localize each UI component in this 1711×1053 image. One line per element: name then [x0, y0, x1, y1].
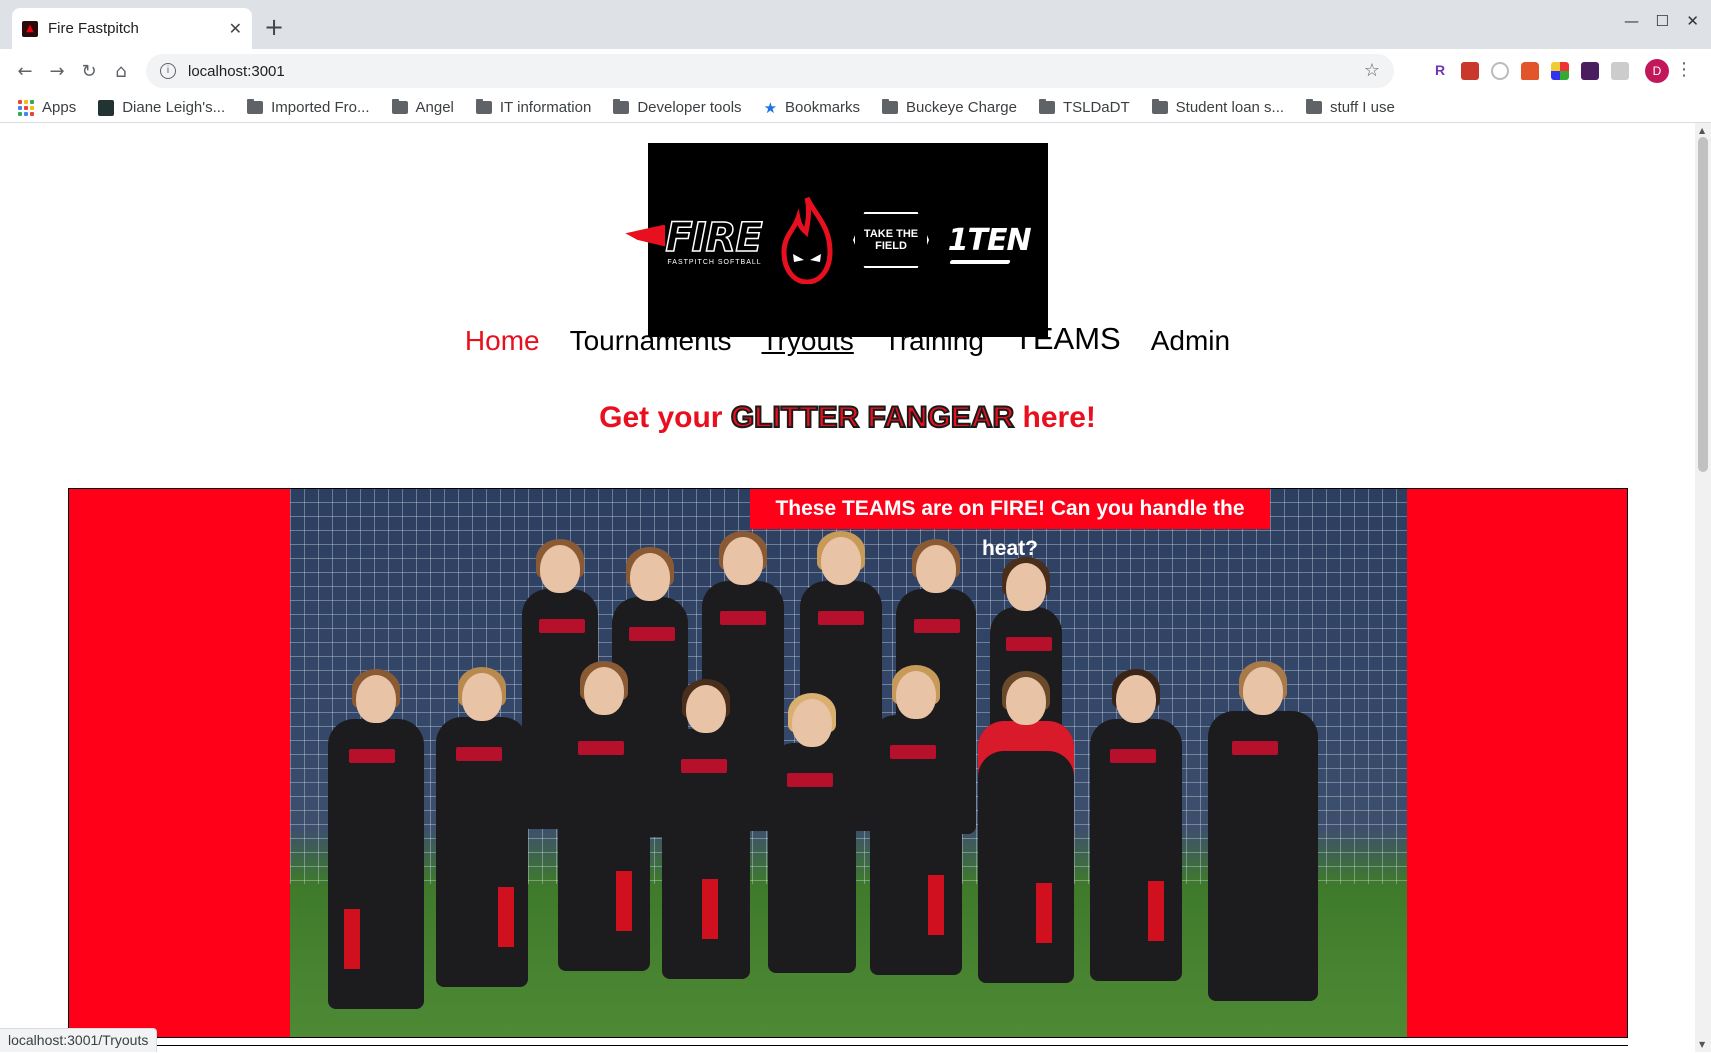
- apps-grid-icon: [18, 99, 34, 116]
- hero-caption: These TEAMS are on FIRE! Can you handle …: [750, 489, 1270, 560]
- folder-icon: [475, 99, 492, 114]
- fangear-promo[interactable]: Get your GLITTER FANGEAR here!: [0, 400, 1695, 435]
- bookmark-label: Student loan s...: [1175, 99, 1285, 116]
- bookmark-label: Buckeye Charge: [906, 99, 1017, 116]
- page-scrollbar[interactable]: ▲ ▼: [1695, 123, 1711, 1052]
- 1ten-logo: 1TEN: [947, 222, 1032, 258]
- folder-icon: [1306, 99, 1323, 114]
- close-tab-icon[interactable]: ✕: [229, 19, 242, 38]
- profile-avatar[interactable]: D: [1645, 59, 1669, 83]
- player-figure: [768, 693, 856, 973]
- fire-logo-word: FIRE: [665, 214, 764, 262]
- nav-training[interactable]: Training: [884, 325, 984, 361]
- tab-title: Fire Fastpitch: [48, 20, 139, 37]
- bookmark-folder-tsldadt[interactable]: TSLDaDT: [1038, 99, 1130, 116]
- player-figure: [662, 679, 750, 979]
- glitter-fangear-link[interactable]: GLITTER FANGEAR: [730, 400, 1015, 435]
- bookmark-folder-angel[interactable]: Angel: [391, 99, 454, 116]
- bookmark-label: Imported Fro...: [271, 99, 370, 116]
- folder-icon: [1038, 99, 1055, 114]
- bookmark-label: TSLDaDT: [1062, 99, 1130, 116]
- folder-icon: [1151, 99, 1168, 114]
- link-status-bubble: localhost:3001/Tryouts: [0, 1028, 158, 1052]
- bookmark-label: IT information: [499, 99, 592, 116]
- extension-red-icon[interactable]: [1461, 62, 1479, 80]
- page-viewport: FIRE FASTPITCH SOFTBALL TAKE THE FIELD 1…: [0, 123, 1711, 1052]
- player-figure: [328, 669, 424, 1009]
- nav-home[interactable]: Home: [465, 325, 540, 361]
- menu-kebab-icon[interactable]: ⋮: [1675, 59, 1693, 80]
- bookmarks-bar: Apps Diane Leigh's... Imported Fro... An…: [0, 93, 1711, 123]
- player-figure: [436, 667, 528, 987]
- extension-purple-icon[interactable]: [1581, 62, 1599, 80]
- bookmark-folder-devtools[interactable]: Developer tools: [613, 99, 742, 116]
- bookmark-apps[interactable]: Apps: [18, 99, 76, 116]
- bookmark-folder-buckeye[interactable]: Buckeye Charge: [882, 99, 1017, 116]
- extension-r-icon[interactable]: R: [1431, 62, 1449, 80]
- browser-tab[interactable]: ▲ Fire Fastpitch ✕: [12, 8, 252, 49]
- back-icon[interactable]: ←: [10, 61, 40, 82]
- fire-fastpitch-logo: FIRE FASTPITCH SOFTBALL: [665, 214, 764, 266]
- forward-icon[interactable]: →: [42, 61, 72, 82]
- nav-teams[interactable]: TEAMS: [1014, 321, 1121, 357]
- bookmark-label: stuff I use: [1330, 99, 1395, 116]
- bookmark-diane[interactable]: Diane Leigh's...: [98, 99, 225, 116]
- extension-grid-icon[interactable]: [1551, 62, 1569, 80]
- minimize-icon[interactable]: —: [1624, 12, 1639, 30]
- bookmark-star-icon[interactable]: ☆: [1364, 60, 1380, 81]
- hero-section: These TEAMS are on FIRE! Can you handle …: [68, 488, 1628, 1038]
- site-info-icon[interactable]: i: [160, 63, 176, 79]
- bookmark-label: Bookmarks: [785, 99, 861, 116]
- bookmark-folder-imported[interactable]: Imported Fro...: [247, 99, 370, 116]
- site-favicon-icon: ▲: [22, 20, 38, 37]
- star-icon: ★: [763, 99, 778, 117]
- folder-icon: [391, 99, 408, 114]
- tab-strip: ▲ Fire Fastpitch ✕ + — ☐ ✕: [0, 0, 1711, 49]
- extension-circle-icon[interactable]: [1491, 62, 1509, 80]
- address-bar[interactable]: i localhost:3001 ☆: [146, 54, 1394, 88]
- site-logo-banner[interactable]: FIRE FASTPITCH SOFTBALL TAKE THE FIELD 1…: [648, 143, 1048, 337]
- flame-mascot-icon: [781, 196, 833, 284]
- scroll-down-icon[interactable]: ▼: [1699, 1040, 1705, 1049]
- scroll-up-icon[interactable]: ▲: [1699, 126, 1705, 135]
- folder-icon: [247, 99, 264, 114]
- folder-icon: [613, 99, 630, 114]
- player-figure: [1208, 661, 1318, 1001]
- main-nav: Home Tournaments Tryouts Training TEAMS …: [0, 321, 1695, 361]
- address-url[interactable]: localhost:3001: [188, 63, 285, 80]
- bookmark-folder-it[interactable]: IT information: [475, 99, 592, 116]
- new-tab-icon[interactable]: +: [264, 13, 284, 41]
- bookmark-folder-studentloan[interactable]: Student loan s...: [1151, 99, 1285, 116]
- scrollbar-thumb[interactable]: [1698, 137, 1708, 472]
- browser-toolbar: ← → ↻ ⌂ i localhost:3001 ☆ R D ⋮: [0, 49, 1711, 93]
- player-figure: [1090, 669, 1182, 981]
- bookmark-bookmarks[interactable]: ★ Bookmarks: [764, 99, 860, 117]
- folder-icon: [882, 99, 899, 114]
- nav-tournaments[interactable]: Tournaments: [570, 325, 732, 361]
- nav-tryouts[interactable]: Tryouts: [761, 325, 853, 361]
- bookmark-folder-stuff[interactable]: stuff I use: [1306, 99, 1395, 116]
- home-icon[interactable]: ⌂: [106, 61, 136, 82]
- player-figure: [978, 671, 1074, 983]
- next-section-edge: [68, 1045, 1628, 1052]
- team-photo: These TEAMS are on FIRE! Can you handle …: [290, 489, 1407, 1037]
- promo-suffix: here!: [1014, 401, 1096, 434]
- extension-gray-icon[interactable]: [1611, 62, 1629, 80]
- reload-icon[interactable]: ↻: [74, 61, 104, 82]
- bookmark-label: Apps: [42, 99, 77, 116]
- player-figure: [558, 661, 650, 971]
- extension-lock-icon[interactable]: [1521, 62, 1539, 80]
- maximize-icon[interactable]: ☐: [1656, 12, 1669, 30]
- take-the-field-logo: TAKE THE FIELD: [853, 212, 930, 268]
- promo-prefix: Get your: [599, 401, 731, 434]
- bookmark-label: Developer tools: [637, 99, 742, 116]
- bookmark-label: Angel: [415, 99, 454, 116]
- bookmark-label: Diane Leigh's...: [122, 99, 226, 116]
- window-close-icon[interactable]: ✕: [1686, 12, 1699, 30]
- site-icon: [98, 99, 115, 116]
- nav-admin[interactable]: Admin: [1151, 325, 1230, 361]
- player-figure: [870, 665, 962, 975]
